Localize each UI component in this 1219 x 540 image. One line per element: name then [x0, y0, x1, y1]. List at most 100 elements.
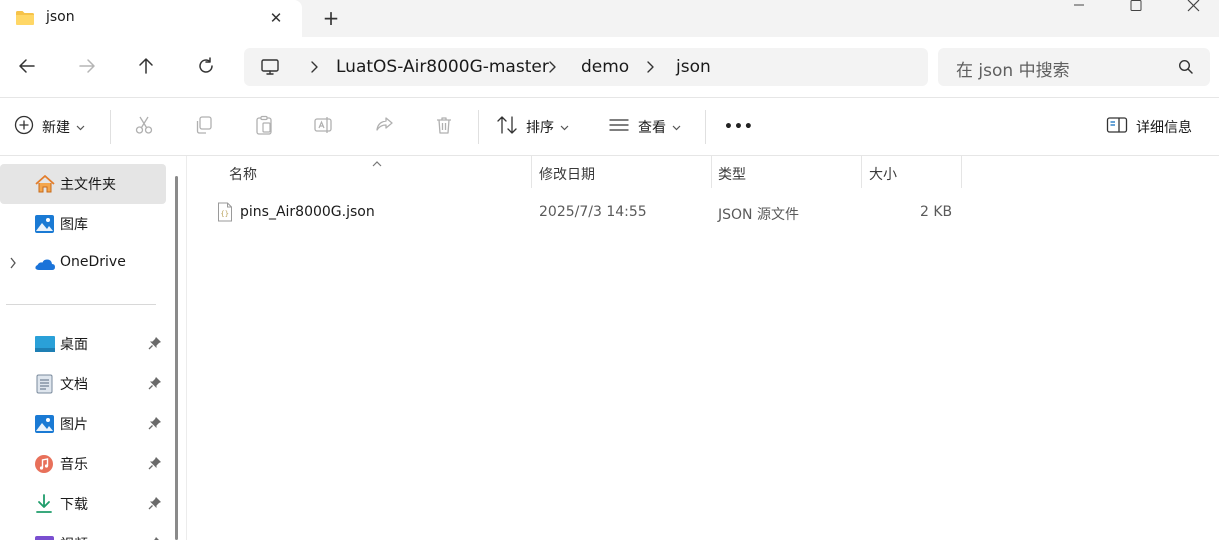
address-bar[interactable]: LuatOS-Air8000G-master demo json	[244, 48, 928, 86]
nav-label: 音乐	[60, 457, 88, 473]
breadcrumb-item[interactable]: LuatOS-Air8000G-master	[336, 57, 549, 77]
address-row: LuatOS-Air8000G-master demo json 在 json …	[0, 37, 1219, 97]
column-label: 修改日期	[539, 167, 595, 183]
nav-label: 视频	[60, 534, 88, 540]
toolbar-divider	[110, 110, 111, 144]
nav-item-music[interactable]: 音乐	[0, 444, 166, 484]
minimize-icon[interactable]	[1050, 0, 1108, 14]
chevron-right-icon[interactable]	[548, 59, 558, 79]
pane-splitter[interactable]	[186, 156, 187, 540]
view-button[interactable]: 查看	[608, 98, 681, 156]
view-list-icon	[608, 115, 630, 139]
file-modified: 2025/7/3 14:55	[539, 204, 647, 220]
column-header-size[interactable]: 大小	[862, 156, 961, 188]
search-placeholder: 在 json 中搜索	[956, 61, 1070, 81]
add-icon	[14, 115, 34, 139]
back-arrow-icon	[18, 57, 36, 79]
tab-title: json	[46, 9, 75, 25]
nav-item-downloads[interactable]: 下载	[0, 484, 166, 524]
pin-icon[interactable]	[148, 376, 162, 394]
up-arrow-icon	[137, 57, 155, 79]
delete-button[interactable]	[428, 112, 460, 142]
chevron-right-icon[interactable]	[310, 59, 320, 79]
nav-item-videos[interactable]: 视频	[0, 524, 166, 540]
new-tab-button[interactable]: +	[318, 6, 344, 30]
nav-divider	[6, 304, 156, 305]
this-pc-icon[interactable]	[260, 57, 280, 81]
search-box[interactable]: 在 json 中搜索	[938, 48, 1210, 86]
gallery-icon	[34, 214, 56, 234]
chevron-down-icon	[672, 119, 681, 135]
pin-icon[interactable]	[148, 416, 162, 434]
nav-item-gallery[interactable]: 图库	[0, 204, 166, 244]
file-type: JSON 源文件	[718, 207, 799, 223]
nav-item-onedrive[interactable]: OneDrive	[0, 244, 166, 284]
cut-button[interactable]	[128, 112, 160, 142]
paste-button[interactable]	[248, 112, 280, 142]
pin-icon[interactable]	[148, 496, 162, 514]
chevron-down-icon	[560, 119, 569, 135]
more-options-button[interactable]: •••	[724, 98, 754, 156]
column-label: 大小	[869, 167, 897, 183]
navigation-pane: 主文件夹 图库 OneDrive 桌面 文档 图片 音乐 下载	[0, 156, 188, 540]
title-bar: json ✕ +	[0, 0, 1219, 37]
up-button[interactable]	[130, 52, 162, 84]
nav-label: 主文件夹	[60, 177, 116, 193]
sort-button[interactable]: 排序	[496, 98, 569, 156]
file-list: 名称 修改日期 类型 大小 {} pins_Air8000G.json 2025…	[188, 156, 1219, 540]
pin-icon[interactable]	[148, 336, 162, 354]
tab-json[interactable]: json ✕	[0, 0, 302, 37]
nav-label: 图片	[60, 417, 88, 433]
nav-label: 下载	[60, 497, 88, 513]
refresh-icon	[197, 57, 215, 79]
downloads-icon	[34, 494, 56, 514]
close-window-icon[interactable]	[1165, 0, 1219, 14]
nav-item-documents[interactable]: 文档	[0, 364, 166, 404]
sort-label: 排序	[526, 120, 554, 136]
nav-scrollbar[interactable]	[175, 176, 178, 540]
rename-icon	[313, 115, 333, 139]
more-icon: •••	[724, 119, 754, 135]
nav-label: 图库	[60, 217, 88, 233]
forward-button[interactable]	[71, 52, 103, 84]
pin-icon[interactable]	[148, 536, 162, 540]
nav-item-home[interactable]: 主文件夹	[0, 164, 166, 204]
forward-arrow-icon	[78, 57, 96, 79]
column-header-name[interactable]: 名称	[188, 156, 531, 188]
file-row[interactable]: {} pins_Air8000G.json 2025/7/3 14:55 JSO…	[188, 196, 1219, 230]
details-pane-button[interactable]: 详细信息	[1106, 98, 1192, 156]
close-tab-icon[interactable]: ✕	[266, 8, 286, 28]
refresh-button[interactable]	[190, 52, 222, 84]
back-button[interactable]	[11, 52, 43, 84]
sort-icon	[496, 115, 518, 139]
nav-item-desktop[interactable]: 桌面	[0, 324, 166, 364]
chevron-down-icon	[76, 119, 85, 135]
column-header-type[interactable]: 类型	[712, 156, 861, 188]
copy-icon	[194, 115, 214, 139]
column-header-modified[interactable]: 修改日期	[532, 156, 711, 188]
file-name: pins_Air8000G.json	[240, 204, 375, 220]
nav-label: OneDrive	[60, 254, 126, 270]
paste-icon	[254, 115, 274, 139]
folder-icon	[15, 10, 35, 26]
json-file-icon: {}	[217, 202, 233, 226]
file-size: 2 KB	[920, 204, 953, 220]
view-label: 查看	[638, 120, 666, 136]
rename-button[interactable]	[307, 112, 339, 142]
share-button[interactable]	[368, 112, 400, 142]
search-icon	[1178, 59, 1194, 79]
chevron-right-icon[interactable]	[646, 59, 656, 79]
column-divider[interactable]	[961, 156, 962, 188]
new-button[interactable]: 新建	[14, 98, 85, 156]
maximize-icon[interactable]	[1107, 0, 1165, 14]
copy-button[interactable]	[188, 112, 220, 142]
music-icon	[34, 454, 56, 474]
share-icon	[374, 115, 394, 139]
breadcrumb-item[interactable]: json	[676, 57, 711, 77]
toolbar-divider	[478, 110, 479, 144]
breadcrumb-item[interactable]: demo	[581, 57, 629, 77]
new-label: 新建	[42, 120, 70, 136]
chevron-right-icon[interactable]	[8, 256, 18, 274]
pin-icon[interactable]	[148, 456, 162, 474]
nav-item-pictures[interactable]: 图片	[0, 404, 166, 444]
